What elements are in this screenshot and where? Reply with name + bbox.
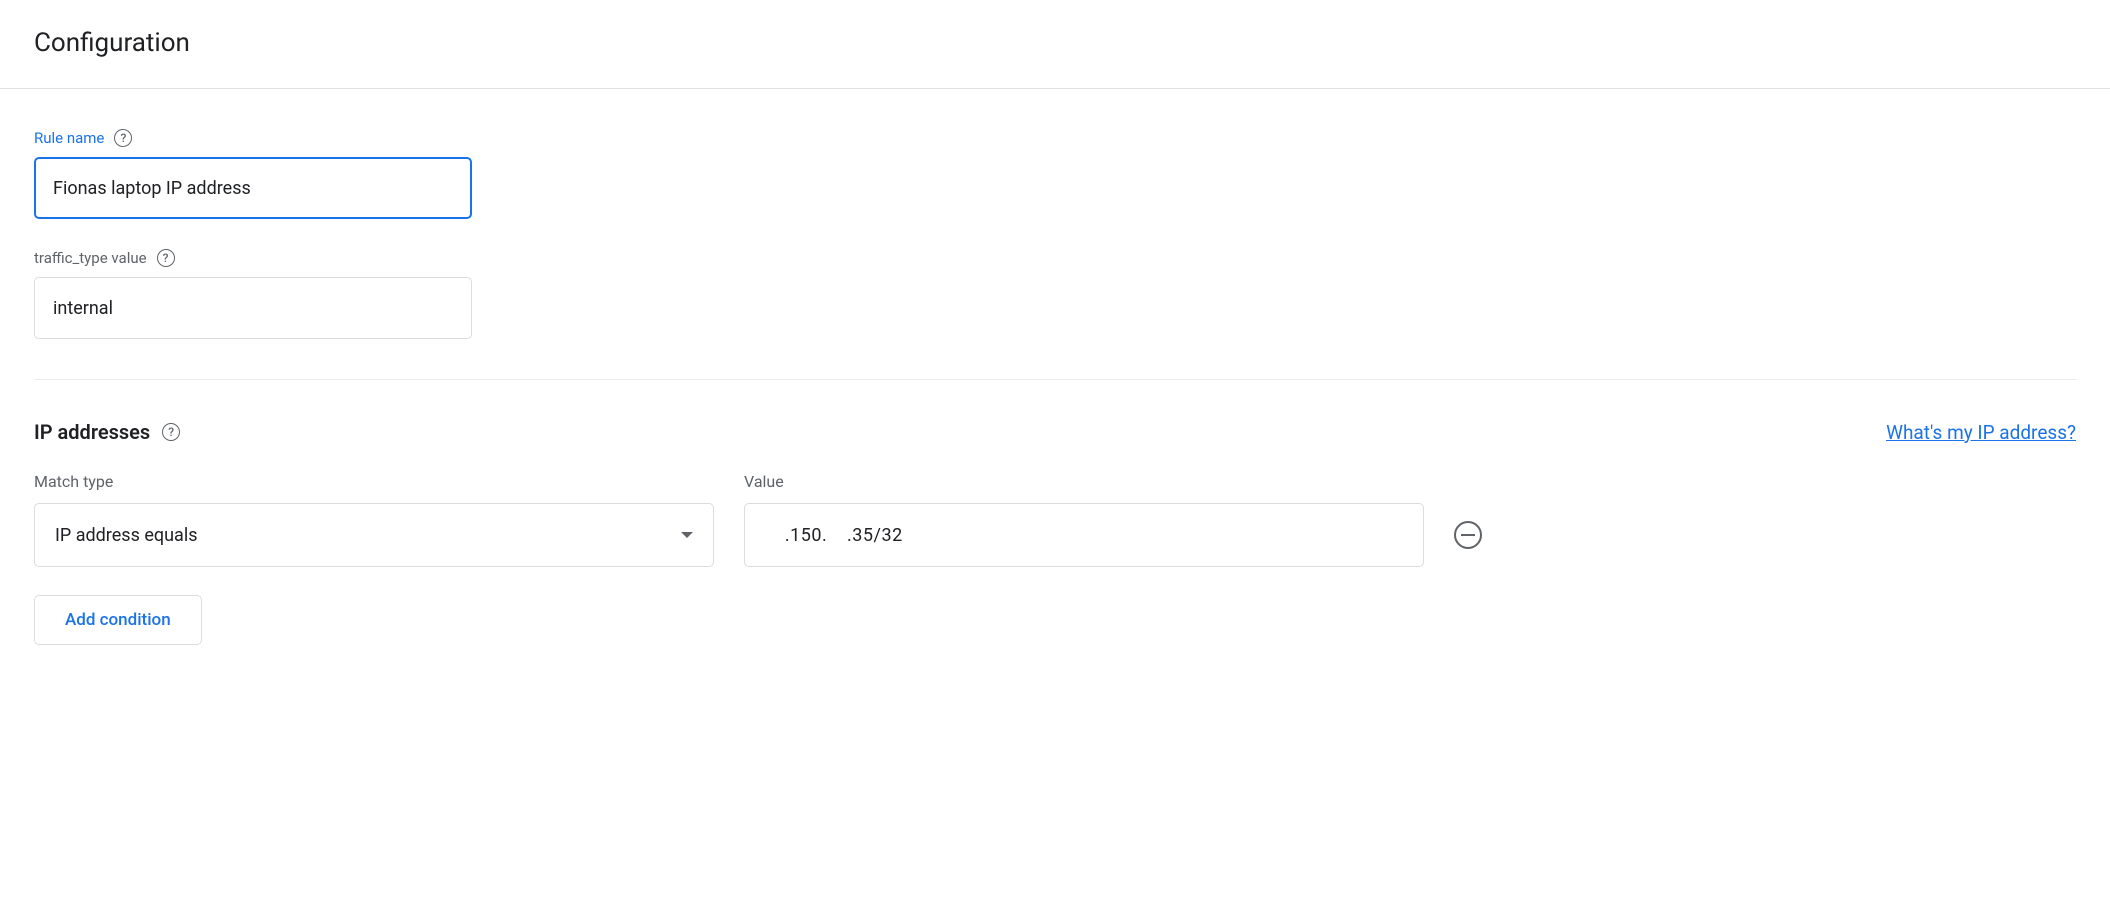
ip-section-title: IP addresses [34,420,150,444]
rule-name-input[interactable] [34,157,472,219]
remove-condition-icon[interactable] [1454,521,1482,549]
ip-section-title-wrap: IP addresses ? [34,420,180,444]
divider [34,379,2076,380]
traffic-type-label: traffic_type value [34,249,147,267]
match-type-select[interactable]: IP address equals [34,503,714,567]
add-condition-button[interactable]: Add condition [34,595,202,645]
chevron-down-icon [681,532,693,538]
ip-section-header: IP addresses ? What's my IP address? [34,420,2076,444]
whats-my-ip-link[interactable]: What's my IP address? [1886,421,2076,444]
page-title: Configuration [34,28,2076,58]
divider [0,88,2110,89]
rule-name-label-row: Rule name ? [34,129,2076,147]
ip-columns-header: Match type Value [34,472,2076,491]
help-icon[interactable]: ? [162,423,180,441]
traffic-type-input[interactable] [34,277,472,339]
match-type-selected-value: IP address equals [55,525,198,546]
help-icon[interactable]: ? [157,249,175,267]
condition-row: IP address equals [34,503,2076,567]
match-type-column-label: Match type [34,472,714,491]
rule-name-field-group: Rule name ? [34,129,2076,219]
traffic-type-field-group: traffic_type value ? [34,249,2076,339]
traffic-type-label-row: traffic_type value ? [34,249,2076,267]
ip-value-input[interactable] [744,503,1424,567]
value-column-label: Value [744,472,1424,491]
help-icon[interactable]: ? [114,129,132,147]
rule-name-label: Rule name [34,129,104,147]
